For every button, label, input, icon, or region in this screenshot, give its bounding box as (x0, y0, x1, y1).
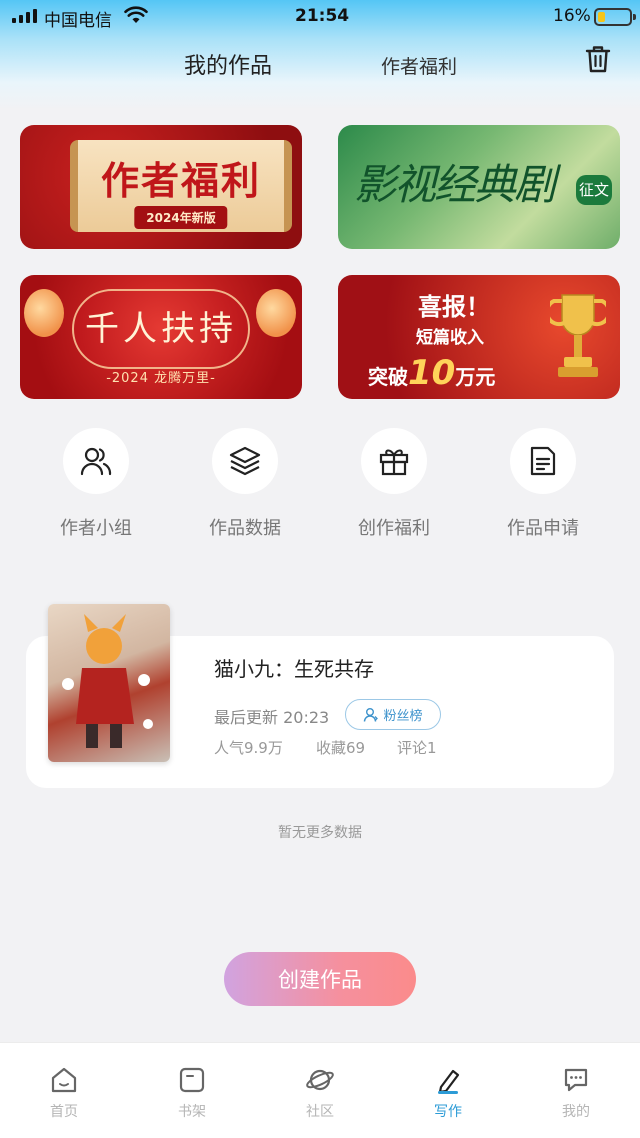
banner-good-news[interactable]: 喜报！ 短篇收入 突破10万元 (338, 275, 620, 399)
work-last-updated: 最后更新 20:23 (214, 708, 330, 727)
shortcut-creation-welfare[interactable]: 创作福利 (329, 428, 459, 540)
users-icon (63, 428, 129, 494)
shortcut-label: 作者小组 (60, 518, 132, 539)
planet-icon (306, 1069, 334, 1091)
work-title[interactable]: 猫小九：生死共存 (214, 653, 374, 682)
tab-label: 书架 (178, 1104, 206, 1120)
banner-subline: 短篇收入 (416, 328, 484, 348)
banner-author-welfare[interactable]: 作者福利 2024年新版 (20, 125, 302, 249)
gift-icon (361, 428, 427, 494)
tab-community[interactable]: 社区 (280, 1065, 360, 1121)
fans-ranking-label: 粉丝榜 (383, 709, 423, 724)
tab-author-welfare[interactable]: 作者福利 (381, 52, 457, 79)
signal-icon (12, 9, 37, 23)
wifi-icon (124, 6, 148, 29)
trash-icon[interactable] (584, 44, 612, 74)
tab-label: 首页 (50, 1104, 78, 1120)
shortcut-work-data[interactable]: 作品数据 (180, 428, 310, 540)
page-title[interactable]: 我的作品 (184, 48, 272, 80)
work-cover-image[interactable] (48, 604, 170, 762)
tab-label: 写作 (434, 1104, 462, 1120)
tab-label: 社区 (306, 1104, 334, 1120)
banner-title: 作者福利 (100, 158, 261, 203)
tab-mine[interactable]: 我的 (536, 1065, 616, 1121)
clock: 21:54 (295, 6, 350, 26)
shortcut-author-group[interactable]: 作者小组 (31, 428, 161, 540)
pen-icon (438, 1069, 460, 1094)
banner-amount: 突破10万元 (368, 353, 495, 393)
battery-percent: 16% (553, 6, 591, 26)
layers-icon (212, 428, 278, 494)
banner-amount-post: 万元 (455, 365, 496, 389)
shortcut-label: 作品数据 (209, 518, 281, 539)
banner-headline: 喜报！ (418, 293, 490, 321)
tab-bookshelf[interactable]: 书架 (152, 1065, 232, 1121)
tab-home[interactable]: 首页 (24, 1065, 104, 1121)
home-icon (51, 1067, 77, 1093)
banner-subtitle: -2024 龙腾万里- (106, 371, 216, 386)
status-bar: 中国电信 21:54 16% (0, 0, 640, 34)
scroll-decoration: 作者福利 2024年新版 (70, 140, 292, 232)
banner-title: 影视经典剧 (354, 160, 556, 209)
bottom-tab-bar: 首页 书架 社区 写作 我的 (0, 1042, 640, 1138)
tab-write[interactable]: 写作 (408, 1065, 488, 1121)
banner-drama-contest[interactable]: 影视经典剧 征文 (338, 125, 620, 249)
banner-subtitle: 2024年新版 (134, 206, 228, 229)
shortcut-work-application[interactable]: 作品申请 (478, 428, 608, 540)
chat-icon (564, 1068, 588, 1092)
banner-tag: 征文 (576, 175, 612, 205)
banner-thousand-support[interactable]: 千人扶持 -2024 龙腾万里- (20, 275, 302, 399)
create-work-button[interactable]: 创建作品 (224, 952, 416, 1006)
tab-label: 我的 (562, 1104, 590, 1120)
shortcut-label: 创作福利 (358, 518, 430, 539)
shortcut-label: 作品申请 (507, 518, 579, 539)
work-popularity: 人气9.9万 (214, 739, 283, 757)
banner-amount-pre: 突破 (368, 365, 408, 389)
work-comments: 评论1 (397, 739, 437, 757)
battery-icon (594, 8, 636, 26)
banner-title: 千人扶持 (85, 309, 237, 349)
fans-ranking-button[interactable]: 粉丝榜 (345, 699, 441, 730)
no-more-data-text: 暂无更多数据 (278, 825, 362, 841)
trophy-icon (544, 289, 612, 385)
user-icon (364, 707, 379, 722)
bookshelf-icon (179, 1067, 205, 1093)
carrier-name: 中国电信 (44, 11, 112, 31)
document-icon (510, 428, 576, 494)
work-favorites: 收藏69 (316, 739, 366, 757)
banner-amount-number: 10 (408, 353, 456, 393)
